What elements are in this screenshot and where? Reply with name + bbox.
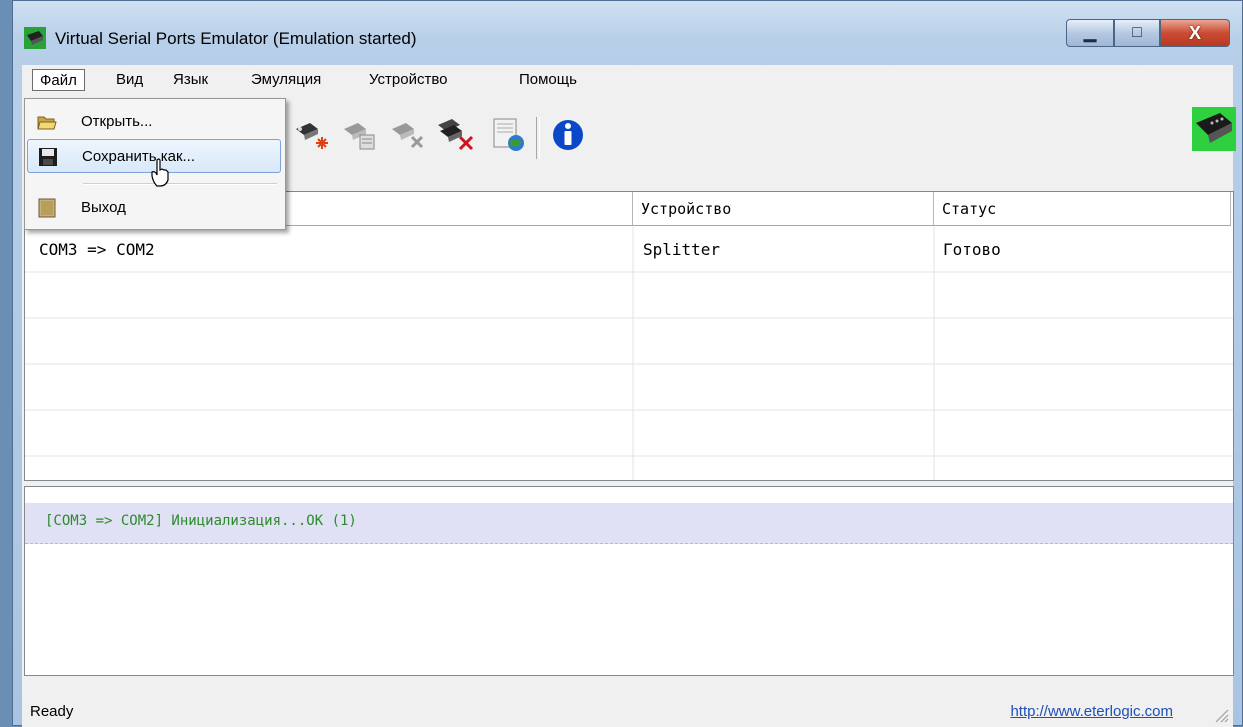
info-icon[interactable] — [548, 115, 588, 155]
toolbar-separator — [536, 117, 540, 159]
hand-cursor-icon — [151, 158, 169, 187]
menu-item-exit-label: Выход — [81, 199, 126, 216]
row-device-cell: Splitter — [643, 240, 721, 259]
status-text: Ready — [30, 703, 74, 720]
remove-all-devices-icon[interactable] — [436, 115, 476, 155]
app-icon — [24, 27, 46, 49]
exit-door-icon — [38, 198, 56, 218]
remove-device-icon[interactable] — [388, 115, 428, 155]
open-folder-icon — [37, 116, 57, 130]
menu-item-open-label: Открыть... — [81, 113, 153, 130]
menu-help[interactable]: Помощь — [512, 69, 584, 91]
row-status-cell: Готово — [943, 240, 1001, 259]
minimize-button[interactable]: ▁ — [1066, 19, 1114, 47]
row-name-cell: COM3 => COM2 — [39, 240, 155, 259]
column-header-device[interactable]: Устройство — [633, 192, 934, 226]
menu-separator — [83, 183, 277, 185]
device-list-grid[interactable]: Устройство Статус COM3 => COM2 Splitter … — [24, 191, 1234, 481]
title-bar[interactable]: Virtual Serial Ports Emulator (Emulation… — [13, 1, 1242, 65]
log-line: [COM3 => COM2] Инициализация...OK (1) — [25, 503, 1233, 544]
grid-lines — [25, 226, 1233, 480]
floppy-disk-icon — [39, 148, 57, 166]
website-link[interactable]: http://www.eterlogic.com — [1010, 703, 1173, 720]
window-title: Virtual Serial Ports Emulator (Emulation… — [55, 29, 417, 48]
menu-item-exit[interactable]: Выход — [27, 191, 281, 225]
serial-connector-logo-icon — [1192, 107, 1236, 151]
close-button[interactable]: X — [1160, 19, 1230, 47]
menu-file[interactable]: Файл — [32, 69, 85, 91]
log-line-text: [COM3 => COM2] Инициализация...OK (1) — [45, 513, 357, 529]
menu-item-save-as-label: Сохранить как... — [82, 148, 196, 165]
column-header-status[interactable]: Статус — [934, 192, 1231, 226]
menu-emulation[interactable]: Эмуляция — [244, 69, 328, 91]
menu-language[interactable]: Язык — [166, 69, 215, 91]
menu-bar: Файл Вид Язык Эмуляция Устройство Помощь — [22, 65, 1233, 95]
device-properties-icon[interactable] — [340, 115, 380, 155]
menu-device[interactable]: Устройство — [362, 69, 454, 91]
new-device-icon[interactable] — [292, 115, 332, 155]
resize-grip-icon[interactable] — [1213, 707, 1229, 723]
log-settings-icon[interactable] — [488, 115, 528, 155]
menu-view[interactable]: Вид — [109, 69, 150, 91]
log-panel[interactable]: [COM3 => COM2] Инициализация...OK (1) — [24, 486, 1234, 676]
menu-item-open[interactable]: Открыть... — [27, 105, 281, 139]
maximize-button[interactable]: □ — [1114, 19, 1160, 47]
status-bar: Ready http://www.eterlogic.com — [22, 693, 1233, 727]
